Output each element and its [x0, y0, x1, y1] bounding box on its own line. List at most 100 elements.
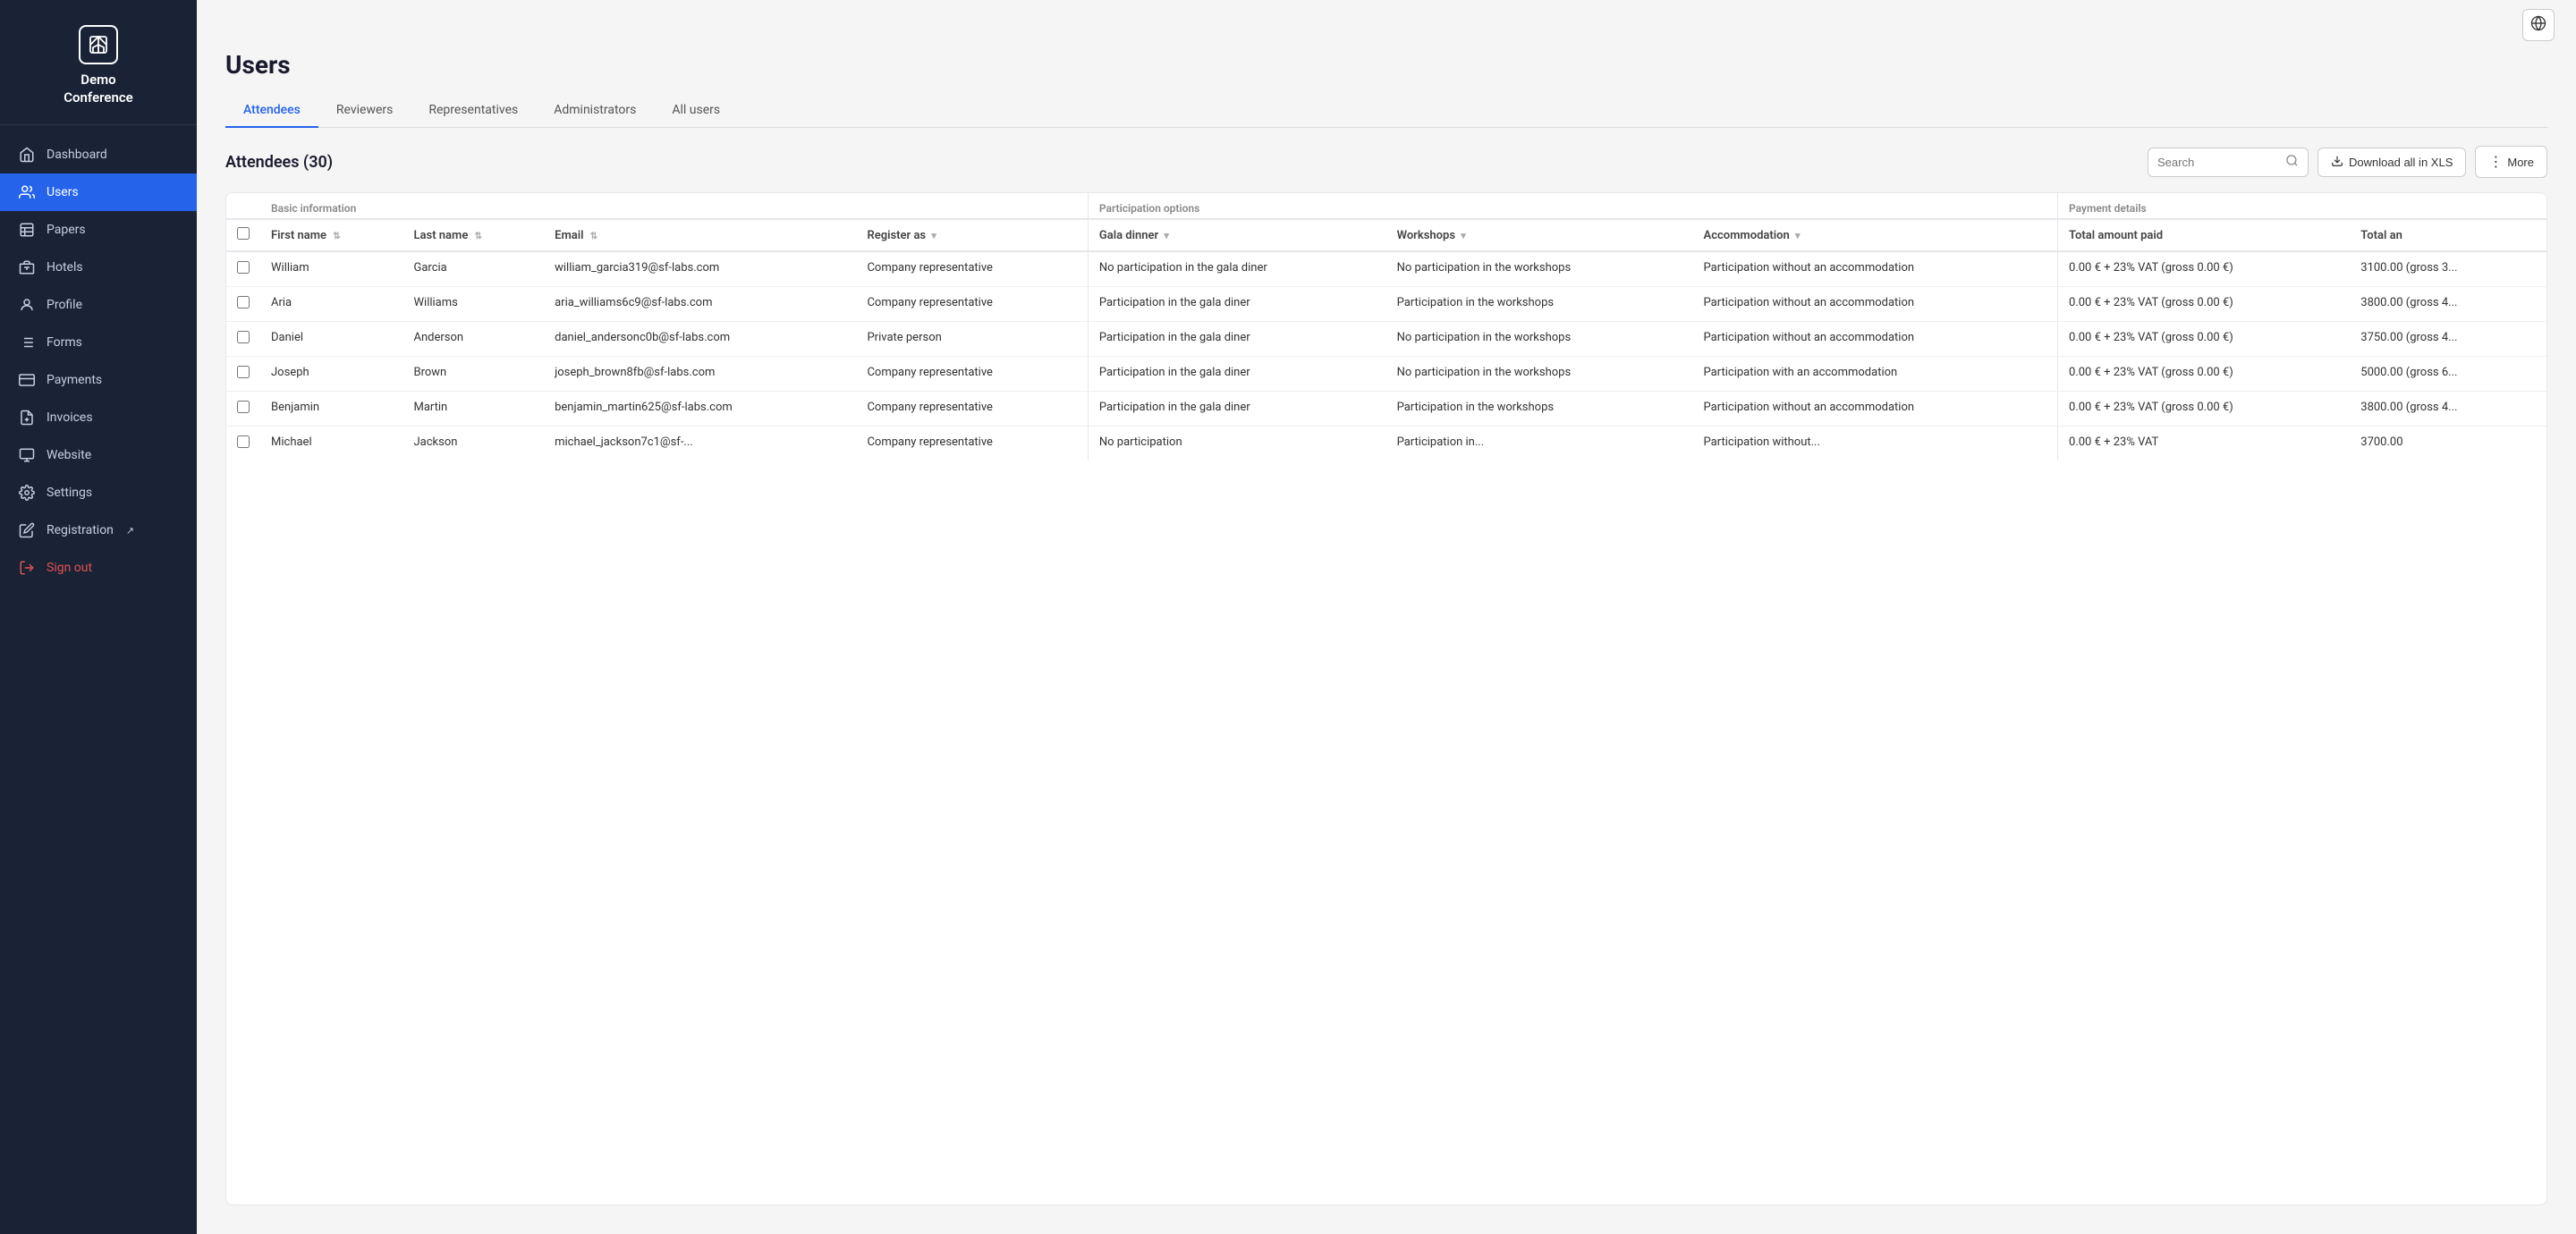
header-checkbox-group [226, 193, 260, 219]
header-checkbox-cell[interactable] [226, 219, 260, 251]
download-xls-button[interactable]: Download all in XLS [2318, 148, 2466, 177]
cell-email: daniel_andersonc0b@sf-labs.com [544, 322, 856, 357]
col-group-participation: Participation options [1088, 193, 2057, 219]
cell-gala-dinner: Participation in the gala diner [1088, 357, 1385, 392]
table-row: Joseph Brown joseph_brown8fb@sf-labs.com… [226, 357, 2546, 392]
sidebar-item-invoices[interactable]: Invoices [0, 399, 197, 436]
cell-gala-dinner: No participation in the gala diner [1088, 251, 1385, 287]
cell-total-amount-paid: 0.00 € + 23% VAT [2058, 427, 2351, 461]
cell-total-amount-paid: 0.00 € + 23% VAT (gross 0.00 €) [2058, 392, 2351, 427]
cell-accommodation: Participation without... [1693, 427, 2058, 461]
row-checkbox[interactable] [237, 331, 250, 343]
papers-icon [18, 221, 36, 239]
users-table-wrapper: Basic information Participation options … [225, 192, 2547, 1205]
cell-register-as: Company representative [856, 287, 1088, 322]
sidebar-item-registration-label: Registration [47, 523, 114, 537]
search-input[interactable] [2157, 156, 2280, 169]
row-checkbox[interactable] [237, 435, 250, 448]
header-gala-dinner[interactable]: Gala dinner ▾ [1088, 219, 1385, 251]
tab-representatives[interactable]: Representatives [411, 94, 536, 128]
cell-firstname: Aria [260, 287, 403, 322]
header-total-amount-paid[interactable]: Total amount paid [2058, 219, 2351, 251]
cell-firstname: Joseph [260, 357, 403, 392]
cell-firstname: Daniel [260, 322, 403, 357]
sidebar-item-forms[interactable]: Forms [0, 324, 197, 361]
table-row: Benjamin Martin benjamin_martin625@sf-la… [226, 392, 2546, 427]
row-checkbox[interactable] [237, 296, 250, 308]
header-total-an[interactable]: Total an [2350, 219, 2546, 251]
table-toolbar: Attendees (30) Download all in XLS ⋮ [225, 146, 2547, 178]
cell-register-as: Company representative [856, 427, 1088, 461]
cell-total-amount-paid: 0.00 € + 23% VAT (gross 0.00 €) [2058, 287, 2351, 322]
cell-workshops: Participation in the workshops [1386, 392, 1693, 427]
cell-workshops: No participation in the workshops [1386, 251, 1693, 287]
table-row: Aria Williams aria_williams6c9@sf-labs.c… [226, 287, 2546, 322]
cell-accommodation: Participation with an accommodation [1693, 357, 2058, 392]
row-checkbox[interactable] [237, 401, 250, 413]
cell-register-as: Company representative [856, 357, 1088, 392]
row-checkbox-cell[interactable] [226, 251, 260, 287]
column-group-row: Basic information Participation options … [226, 193, 2546, 219]
header-accommodation[interactable]: Accommodation ▾ [1693, 219, 2058, 251]
table-row: William Garcia william_garcia319@sf-labs… [226, 251, 2546, 287]
download-icon [2331, 155, 2343, 170]
top-bar [197, 0, 2576, 50]
sidebar-item-dashboard[interactable]: Dashboard [0, 136, 197, 173]
cell-lastname: Garcia [403, 251, 545, 287]
sidebar-item-website[interactable]: Website [0, 436, 197, 474]
sidebar-item-payments[interactable]: Payments [0, 361, 197, 399]
sidebar-item-registration[interactable]: Registration ↗ [0, 511, 197, 549]
sidebar-item-papers-label: Papers [47, 223, 86, 237]
header-email[interactable]: Email ⇅ [544, 219, 856, 251]
cell-firstname: William [260, 251, 403, 287]
header-workshops[interactable]: Workshops ▾ [1386, 219, 1693, 251]
cell-gala-dinner: Participation in the gala diner [1088, 392, 1385, 427]
search-box[interactable] [2148, 148, 2309, 177]
cell-total-an: 5000.00 (gross 6... [2350, 357, 2546, 392]
col-group-basic: Basic information [260, 193, 1088, 219]
language-button[interactable] [2522, 9, 2555, 41]
filter-workshops-icon: ▾ [1461, 230, 1466, 241]
sidebar-item-forms-label: Forms [47, 335, 82, 350]
sidebar-item-papers[interactable]: Papers [0, 211, 197, 249]
row-checkbox-cell[interactable] [226, 427, 260, 461]
cell-gala-dinner: Participation in the gala diner [1088, 287, 1385, 322]
row-checkbox[interactable] [237, 366, 250, 378]
header-register-as[interactable]: Register as ▾ [856, 219, 1088, 251]
row-checkbox-cell[interactable] [226, 287, 260, 322]
cell-total-an: 3700.00 [2350, 427, 2546, 461]
globe-icon [2530, 15, 2546, 35]
header-firstname[interactable]: First name ⇅ [260, 219, 403, 251]
select-all-checkbox[interactable] [237, 227, 250, 240]
content-area: Users Attendees Reviewers Representative… [197, 50, 2576, 1234]
search-icon [2285, 154, 2299, 171]
column-header-row: First name ⇅ Last name ⇅ Email ⇅ Regis [226, 219, 2546, 251]
sidebar-item-settings[interactable]: Settings [0, 474, 197, 511]
sidebar-item-payments-label: Payments [47, 373, 102, 387]
cell-lastname: Martin [403, 392, 545, 427]
sort-email-icon: ⇅ [590, 232, 597, 241]
sidebar-item-hotels[interactable]: Hotels [0, 249, 197, 286]
cell-lastname: Anderson [403, 322, 545, 357]
tab-reviewers[interactable]: Reviewers [318, 94, 411, 128]
table-title: Attendees (30) [225, 153, 333, 172]
cell-lastname: Jackson [403, 427, 545, 461]
cell-email: michael_jackson7c1@sf-... [544, 427, 856, 461]
sidebar-item-users[interactable]: Users [0, 173, 197, 211]
row-checkbox-cell[interactable] [226, 392, 260, 427]
more-button[interactable]: ⋮ More [2475, 146, 2547, 178]
row-checkbox[interactable] [237, 261, 250, 274]
download-xls-label: Download all in XLS [2349, 156, 2453, 169]
header-lastname[interactable]: Last name ⇅ [403, 219, 545, 251]
row-checkbox-cell[interactable] [226, 322, 260, 357]
tab-all-users[interactable]: All users [654, 94, 738, 128]
tab-attendees[interactable]: Attendees [225, 94, 318, 128]
tab-administrators[interactable]: Administrators [536, 94, 654, 128]
cell-workshops: No participation in the workshops [1386, 357, 1693, 392]
row-checkbox-cell[interactable] [226, 357, 260, 392]
cell-total-amount-paid: 0.00 € + 23% VAT (gross 0.00 €) [2058, 251, 2351, 287]
sign-out-button[interactable]: Sign out [0, 549, 197, 587]
sidebar-item-invoices-label: Invoices [47, 410, 93, 425]
registration-icon [18, 521, 36, 539]
sidebar-item-profile[interactable]: Profile [0, 286, 197, 324]
